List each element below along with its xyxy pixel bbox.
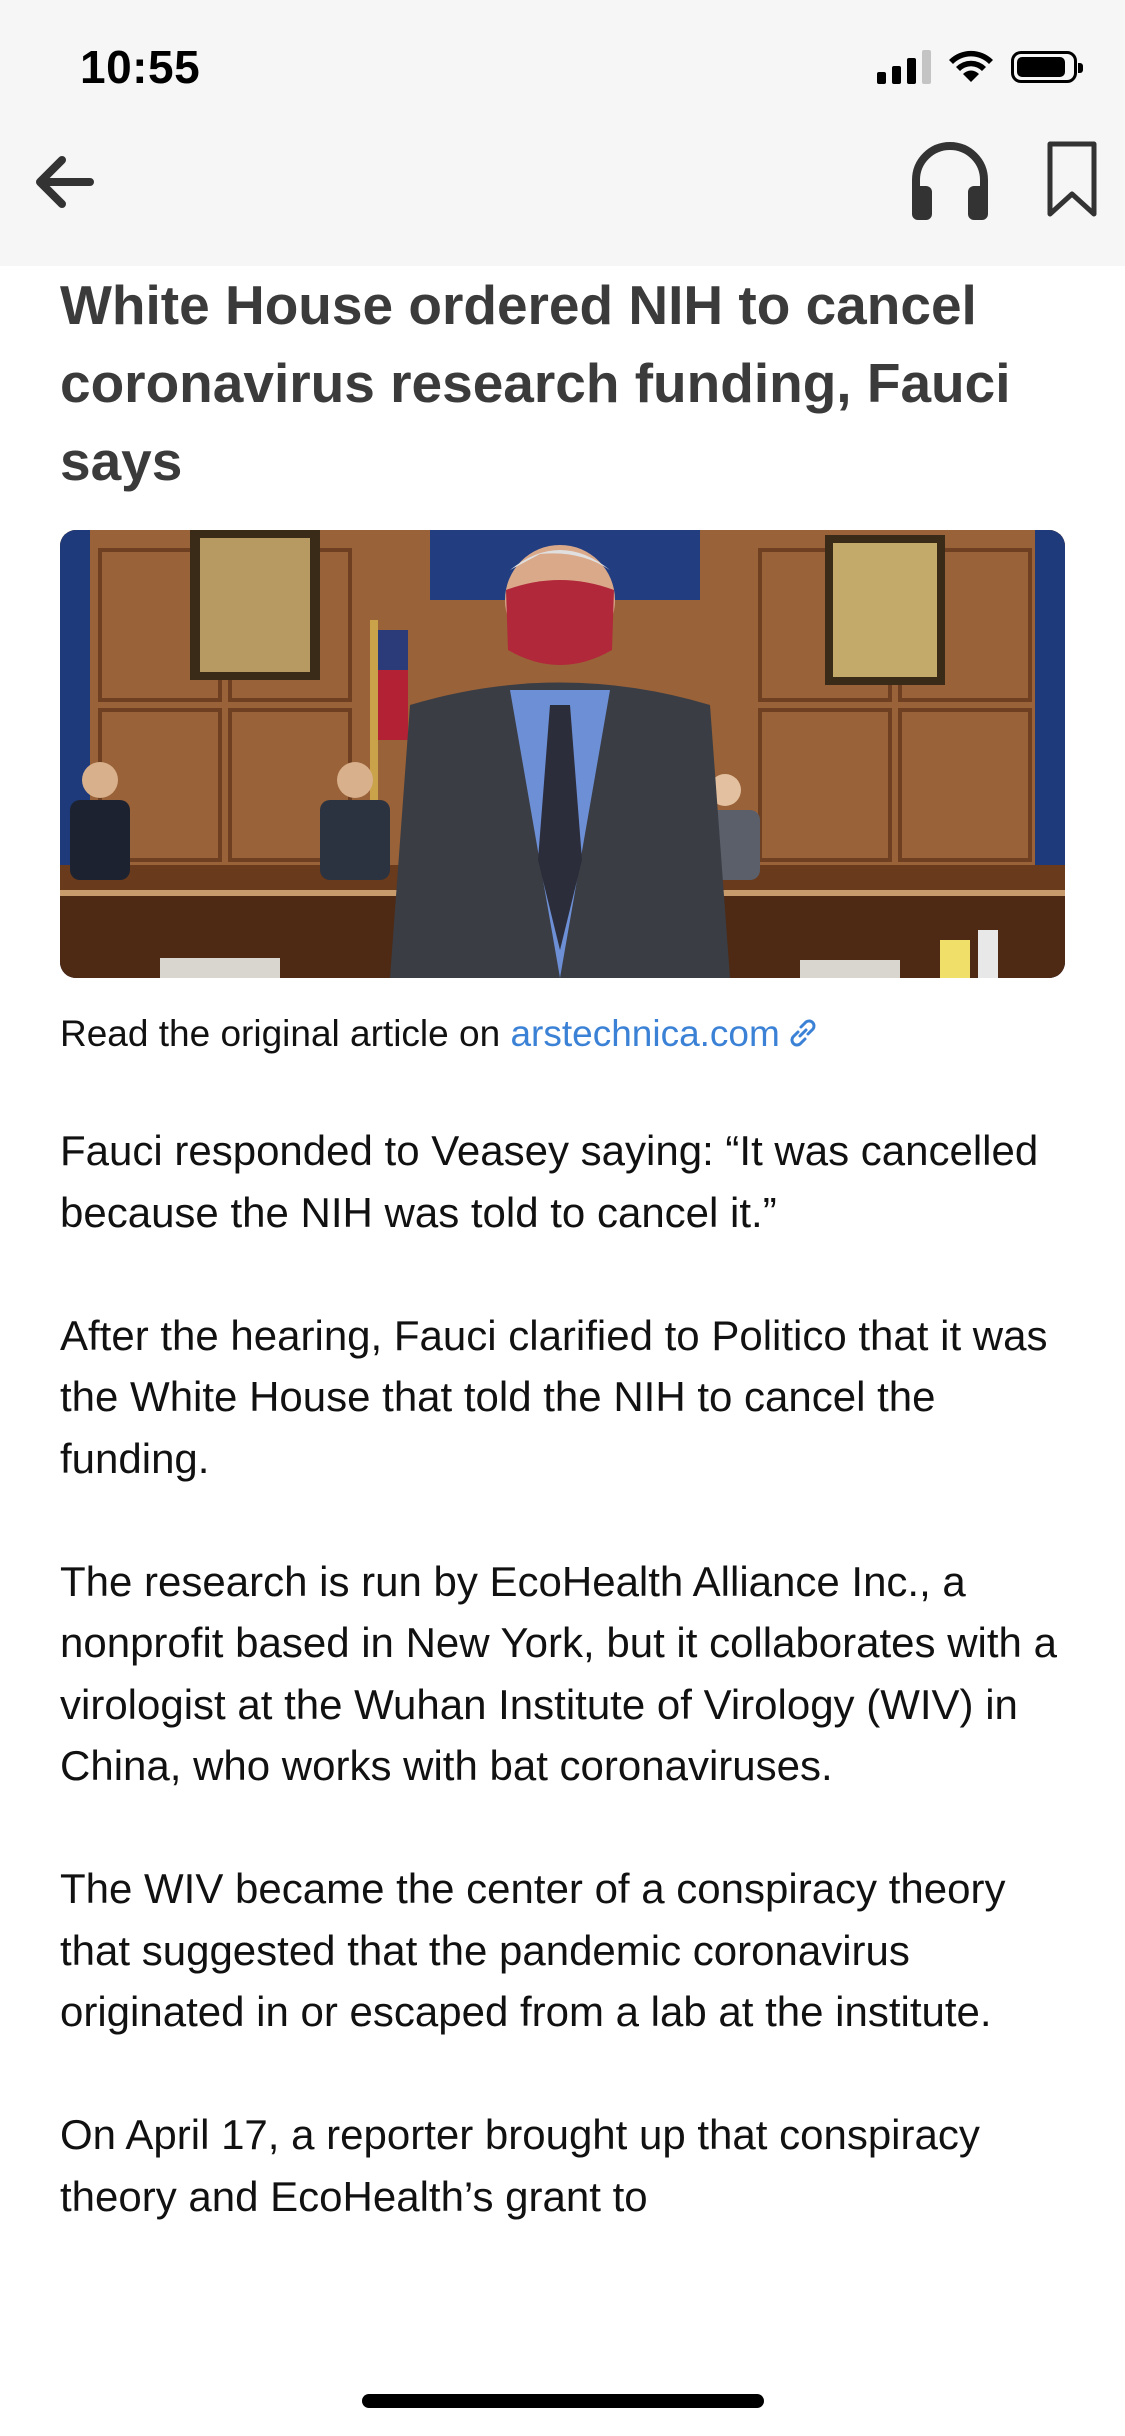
paragraph: The WIV became the center of a conspirac… [60, 1865, 1006, 2035]
arrow-left-icon[interactable] [28, 146, 100, 218]
home-indicator[interactable] [362, 2394, 764, 2408]
bottom-safe-area [0, 2336, 1125, 2436]
source-prefix: Read the original article on [60, 1013, 511, 1054]
top-bar: 10:55 [0, 0, 1125, 266]
headphones-icon[interactable] [908, 136, 992, 224]
cellular-signal-icon [877, 50, 931, 84]
bookmark-icon[interactable] [1046, 140, 1098, 220]
wifi-icon [949, 50, 993, 82]
battery-icon [1011, 51, 1083, 83]
article-hero-image [60, 530, 1065, 978]
article-screen: 10:55 White House ordered NIH to cancel [0, 0, 1125, 2436]
paragraph: Fauci responded to Veasey saying: “It wa… [60, 1127, 1039, 1236]
article-body: Fauci responded to Veasey saying: “It wa… [60, 1120, 1065, 2289]
article-title: White House ordered NIH to cancel corona… [60, 274, 1011, 492]
link-icon[interactable] [786, 1016, 820, 1050]
source-link[interactable]: arstechnica.com [510, 1013, 779, 1054]
source-attribution: Read the original article on arstechnica… [60, 1004, 820, 1064]
status-time: 10:55 [80, 41, 201, 93]
paragraph: The research is run by EcoHealth Allianc… [60, 1557, 1057, 1790]
paragraph: On April 17, a reporter brought up that … [60, 2111, 980, 2220]
paragraph: After the hearing, Fauci clarified to Po… [60, 1311, 1048, 1482]
status-icons [877, 50, 1083, 84]
